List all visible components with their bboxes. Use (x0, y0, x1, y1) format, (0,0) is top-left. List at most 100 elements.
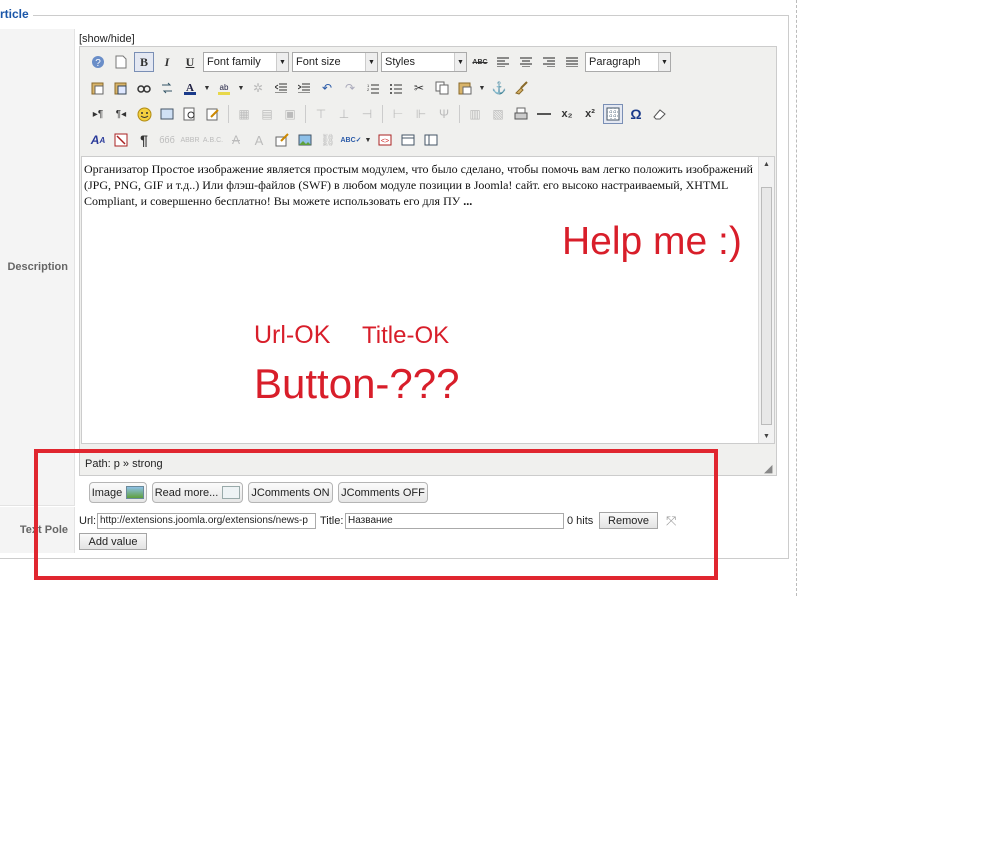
scroll-up-icon[interactable]: ▲ (759, 157, 774, 171)
toolbar-row-1: ? B I U Font family ▼ Font size ▼ Styles ▼ … (88, 51, 671, 73)
font-size-select[interactable]: Font size ▼ (292, 52, 378, 72)
outdent-icon[interactable] (271, 78, 291, 98)
merge-cells-icon[interactable]: ▧ (488, 104, 508, 124)
highlight-color-icon[interactable]: ab (214, 78, 234, 98)
toolbar-separator (228, 105, 229, 123)
redo-icon[interactable]: ↷ (340, 78, 360, 98)
table-cell-props-icon[interactable]: ▣ (280, 104, 300, 124)
fieldset-legend: rticle (0, 7, 33, 21)
del-icon[interactable]: A (226, 130, 246, 150)
styles-select[interactable]: Styles ▼ (381, 52, 467, 72)
anchor-icon[interactable]: ⚓ (489, 78, 509, 98)
rtl-icon[interactable]: ¶◂ (111, 104, 131, 124)
insert-row-before-icon[interactable]: ⊤ (311, 104, 331, 124)
styles-value: Styles (385, 56, 415, 68)
svg-text:2: 2 (367, 87, 370, 92)
paragraph-format-select[interactable]: Paragraph ▼ (585, 52, 671, 72)
emoticon-icon[interactable] (134, 104, 154, 124)
link-icon[interactable]: ⛓ (318, 130, 338, 150)
chevron-down-icon: ▼ (658, 53, 670, 71)
align-center-icon[interactable] (516, 52, 536, 72)
content-ellipsis: ... (463, 194, 473, 208)
insert-col-after-icon[interactable]: ⊩ (411, 104, 431, 124)
superscript-button[interactable]: x² (580, 104, 600, 124)
insert-row-after-icon[interactable]: ⊥ (334, 104, 354, 124)
insert-col-before-icon[interactable]: ⊢ (388, 104, 408, 124)
fullscreen-icon[interactable] (398, 130, 418, 150)
align-left-icon[interactable] (493, 52, 513, 72)
visual-aid-icon[interactable] (603, 104, 623, 124)
table-row-props-icon[interactable]: ▤ (257, 104, 277, 124)
annotation-button-question: Button-??? (254, 360, 460, 407)
indent-icon[interactable] (294, 78, 314, 98)
text-color-icon[interactable]: A (180, 78, 200, 98)
media-icon[interactable] (157, 104, 177, 124)
ins-icon[interactable]: A (249, 130, 269, 150)
template-icon[interactable] (421, 130, 441, 150)
eraser-icon[interactable] (649, 104, 669, 124)
subscript-button[interactable]: x₂ (557, 104, 577, 124)
preview-icon[interactable] (180, 104, 200, 124)
chevron-down-icon[interactable]: ▼ (203, 78, 211, 98)
spellcheck-icon[interactable]: ABC✓ (340, 130, 361, 150)
horizontal-rule-icon[interactable] (534, 104, 554, 124)
split-cells-icon[interactable]: ▥ (465, 104, 485, 124)
vertical-scrollbar[interactable]: ▲ ▼ (758, 157, 774, 443)
font-family-value: Font family (207, 56, 261, 68)
replace-icon[interactable] (157, 78, 177, 98)
svg-text:ab: ab (220, 83, 229, 92)
edit-icon[interactable] (203, 104, 223, 124)
pilcrow-button[interactable]: ¶ (134, 130, 154, 150)
paste-word-icon[interactable] (111, 78, 131, 98)
delete-col-icon[interactable]: Ψ (434, 104, 454, 124)
scroll-thumb[interactable] (761, 187, 772, 425)
styleprops-icon[interactable]: AA (88, 130, 108, 150)
strikethrough-button[interactable]: ABC (470, 52, 490, 72)
copy-icon[interactable] (432, 78, 452, 98)
toolbar-separator (459, 105, 460, 123)
special-char-button[interactable]: Ω (626, 104, 646, 124)
strip-formatting-icon[interactable] (111, 130, 131, 150)
paste-text-icon[interactable] (88, 78, 108, 98)
page-divider (796, 0, 797, 596)
print-icon[interactable] (511, 104, 531, 124)
insert-table-icon[interactable]: ▦ (234, 104, 254, 124)
paste-icon[interactable] (455, 78, 475, 98)
cite-icon[interactable]: ббб (157, 130, 177, 150)
search-icon[interactable] (134, 78, 154, 98)
scroll-down-icon[interactable]: ▼ (759, 429, 774, 443)
show-hide-link[interactable]: [show/hide] (79, 33, 135, 45)
chevron-down-icon[interactable]: ▼ (364, 130, 372, 150)
font-family-select[interactable]: Font family ▼ (203, 52, 289, 72)
insert-image-icon[interactable] (295, 130, 315, 150)
italic-button[interactable]: I (157, 52, 177, 72)
abbr-icon[interactable]: ABBR (180, 130, 200, 150)
undo-icon[interactable]: ↶ (317, 78, 337, 98)
delete-row-icon[interactable]: ⊣ (357, 104, 377, 124)
annotation-url-ok: Url-OK (254, 321, 331, 349)
toolbar-row-2: A ▼ ab ▼ ✲ ↶ ↷ 12 ✂ ▼ ⚓ (88, 77, 532, 99)
chevron-down-icon[interactable]: ▼ (237, 78, 245, 98)
cut-icon[interactable]: ✂ (409, 78, 429, 98)
underline-button[interactable]: U (180, 52, 200, 72)
bullet-list-icon[interactable] (386, 78, 406, 98)
cleanup-icon[interactable]: ✲ (248, 78, 268, 98)
attributes-icon[interactable] (272, 130, 292, 150)
align-justify-icon[interactable] (562, 52, 582, 72)
new-document-icon[interactable] (111, 52, 131, 72)
toolbar-separator (382, 105, 383, 123)
html-source-icon[interactable]: <> (375, 130, 395, 150)
broom-icon[interactable] (512, 78, 532, 98)
acronym-icon[interactable]: A.B.C. (203, 130, 223, 150)
bold-button[interactable]: B (134, 52, 154, 72)
chevron-down-icon: ▼ (365, 53, 377, 71)
toolbar-separator (305, 105, 306, 123)
chevron-down-icon[interactable]: ▼ (478, 78, 486, 98)
svg-text:<>: <> (381, 138, 389, 145)
align-right-icon[interactable] (539, 52, 559, 72)
ltr-icon[interactable]: ▸¶ (88, 104, 108, 124)
help-icon[interactable]: ? (88, 52, 108, 72)
numbered-list-icon[interactable]: 12 (363, 78, 383, 98)
resize-handle-icon[interactable]: ◢ (764, 462, 772, 475)
annotation-title-ok: Title-OK (362, 322, 450, 349)
